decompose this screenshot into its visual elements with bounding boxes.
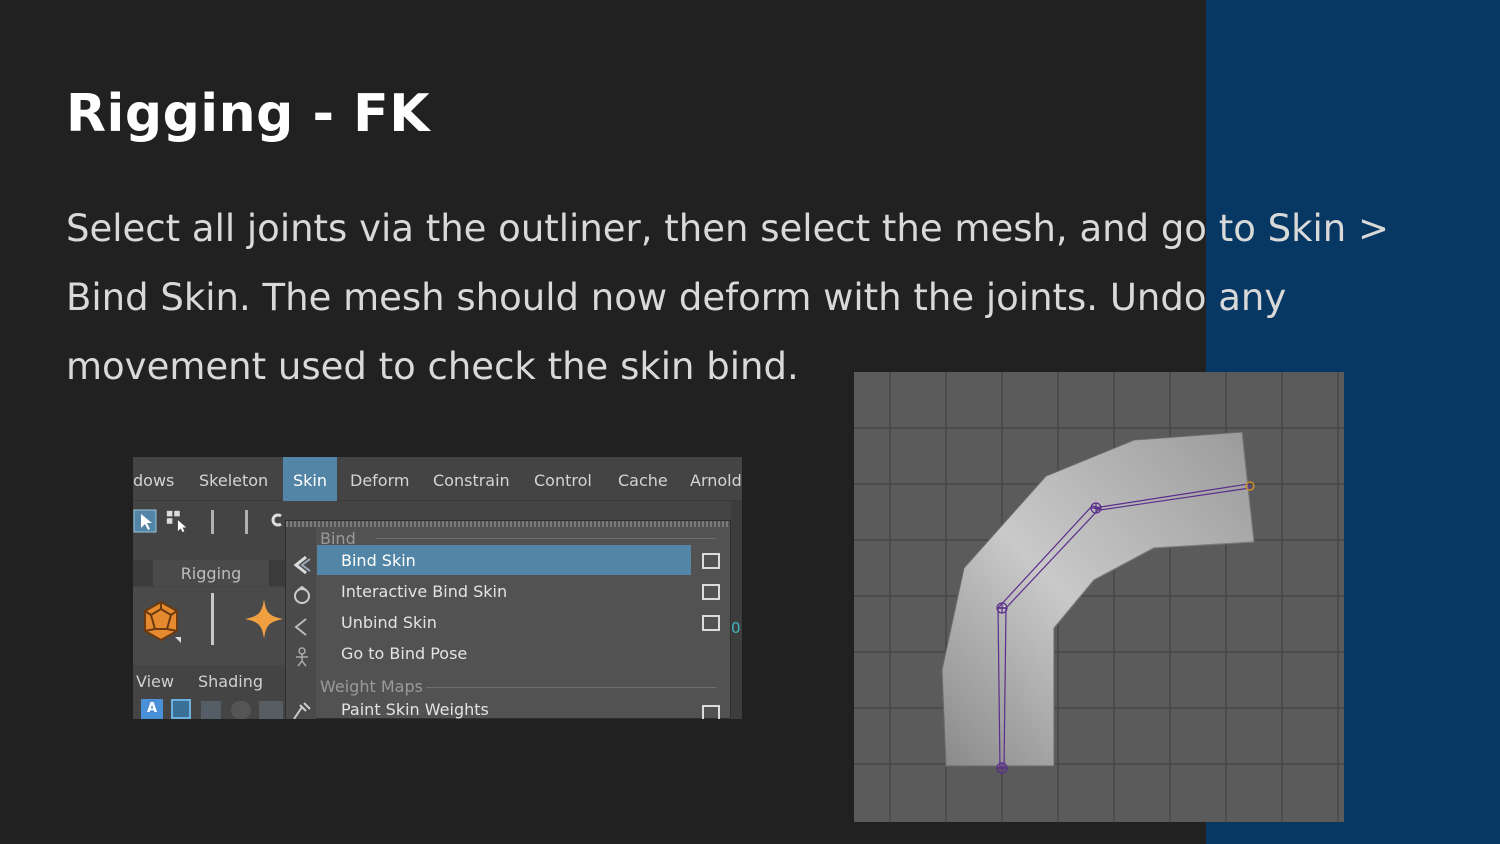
maya-menubar: dows Skeleton Skin Deform Constrain Cont… [133,457,742,501]
grid-toggle-icon[interactable] [201,701,221,719]
menu-item-unbind-skin[interactable]: Unbind Skin [317,607,691,637]
interactive-bind-options-box[interactable] [702,584,720,600]
bind-skin-options-box[interactable] [702,553,720,569]
menu-skeleton[interactable]: Skeleton [199,457,268,501]
tear-off-handle[interactable] [286,521,730,527]
skin-dropdown-menu: Bind Bind Skin Interactive Bind Skin Unb… [285,520,731,719]
menu-cache[interactable]: Cache [618,457,668,501]
maya-skin-menu-screenshot: dows Skeleton Skin Deform Constrain Cont… [133,457,742,719]
bind-pose-icon [296,647,308,667]
magnet-icon[interactable] [269,508,283,534]
lighting-toggle-icon[interactable] [259,701,283,719]
slide-title: Rigging - FK [66,84,430,144]
menu-control[interactable]: Control [534,457,592,501]
panel-toolbar: A [133,697,285,719]
menu-constrain[interactable]: Constrain [433,457,510,501]
slide-body-text: Select all joints via the outliner, then… [66,207,1390,388]
menu-deform[interactable]: Deform [350,457,409,501]
viewport-canvas [854,372,1344,822]
panel-menu-view[interactable]: View [136,667,174,697]
maya-viewport [854,372,1344,822]
paint-weights-options-box[interactable] [702,705,720,719]
attribute-icon[interactable]: A [141,699,163,719]
panel-menu-shading[interactable]: Shading [198,667,263,697]
section-divider [426,687,716,688]
unbind-skin-options-box[interactable] [702,615,720,631]
select-tool-icon[interactable] [133,508,159,534]
menu-item-paint-skin-weights[interactable]: Paint Skin Weights [317,694,691,719]
menu-arnold[interactable]: Arnold [690,457,742,501]
menu-item-bind-skin[interactable]: Bind Skin [317,545,691,575]
bind-skin-icon [293,555,311,575]
paint-weights-icon [293,702,311,719]
bent-cylinder-mesh[interactable] [941,431,1255,767]
menu-skin[interactable]: Skin [283,457,338,501]
camera-frame-icon[interactable] [171,699,191,719]
status-toolbar [133,502,283,542]
viewport-grid [854,372,1344,822]
unbind-skin-icon [294,618,307,636]
menu-windows[interactable]: dows [133,457,174,501]
shelf-tab-rigging[interactable]: Rigging [153,560,269,586]
shelf-tab-bar: Rigging [133,560,285,586]
lasso-select-icon[interactable] [165,508,189,534]
scroll-edge: 0 [731,501,742,719]
sparkle-icon[interactable] [243,597,285,641]
rigging-shelf [133,587,285,665]
shading-toggle-icon[interactable] [231,701,251,719]
menu-item-go-to-bind-pose[interactable]: Go to Bind Pose [317,638,691,668]
shelf-divider [211,593,214,645]
polygon-sphere-icon[interactable] [139,599,183,643]
panel-menubar: View Shading [133,667,285,695]
side-indicator: 0 [731,619,741,637]
section-divider [376,538,716,539]
toolbar-separator [211,510,214,534]
menu-item-interactive-bind-skin[interactable]: Interactive Bind Skin [317,576,691,606]
toolbar-separator [245,510,248,534]
interactive-bind-icon [294,585,310,604]
